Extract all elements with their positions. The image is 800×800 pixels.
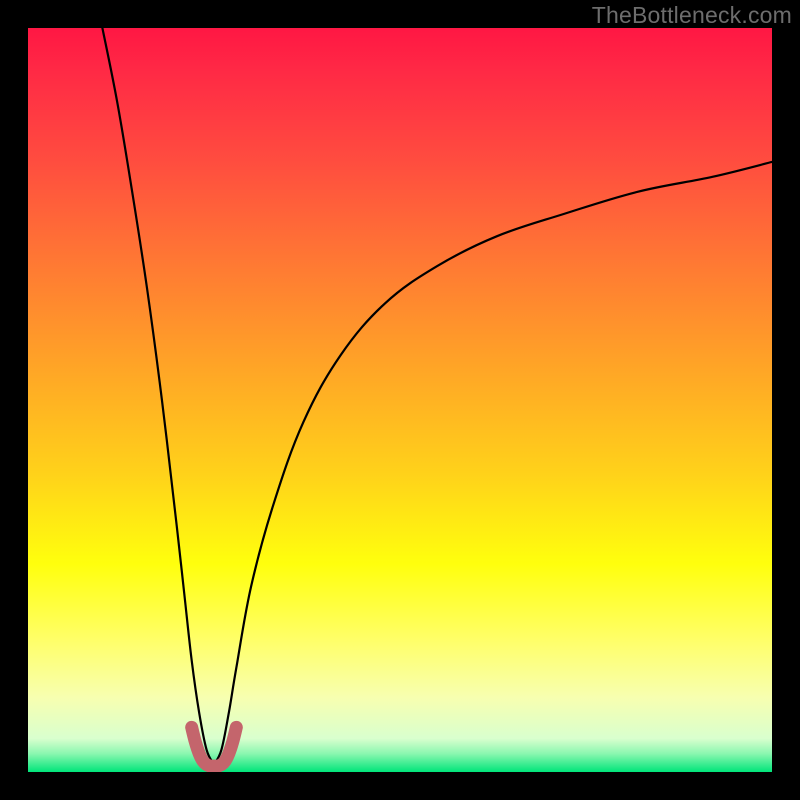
valley-highlight xyxy=(192,727,237,766)
curve-left-branch xyxy=(102,28,214,765)
plot-frame xyxy=(28,28,772,772)
curve-right-branch xyxy=(214,162,772,765)
watermark-text: TheBottleneck.com xyxy=(592,2,792,29)
curve-layer xyxy=(28,28,772,772)
